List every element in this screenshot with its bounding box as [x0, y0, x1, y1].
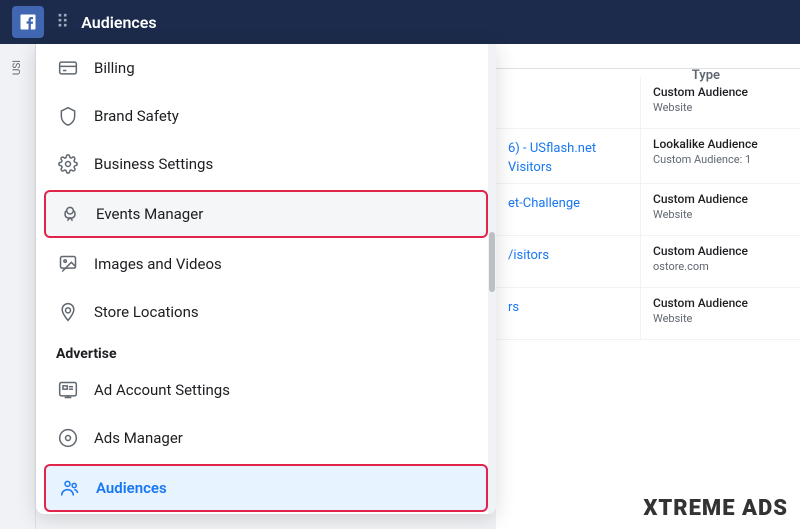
row-type-title: Custom Audience — [653, 296, 788, 310]
row-type: Lookalike Audience Custom Audience: 1 — [640, 129, 800, 183]
dropdown-menu: Billing Brand Safety Business Settings — [36, 44, 496, 514]
images-videos-label: Images and Videos — [94, 255, 222, 273]
facebook-logo — [12, 6, 44, 38]
scrollbar-thumb[interactable] — [489, 232, 495, 292]
table-row: et-Challenge Custom Audience Website — [496, 184, 800, 236]
ads-manager-label: Ads Manager — [94, 429, 183, 447]
location-icon — [56, 300, 80, 324]
menu-item-billing[interactable]: Billing — [36, 44, 496, 92]
row-link[interactable]: rs — [508, 300, 519, 315]
menu-item-brand-safety[interactable]: Brand Safety — [36, 92, 496, 140]
audiences-icon — [58, 476, 82, 500]
top-nav: ⠿ Audiences — [0, 0, 800, 44]
row-type-sub: Website — [653, 312, 788, 325]
menu-item-business-settings[interactable]: Business Settings — [36, 140, 496, 188]
row-type-sub: Custom Audience: 1 — [653, 153, 788, 166]
row-type-sub: ostore.com — [653, 260, 788, 273]
table-row: Custom Audience Website — [496, 77, 800, 129]
row-link[interactable]: et-Challenge — [508, 196, 580, 211]
brand-safety-label: Brand Safety — [94, 107, 179, 125]
scrollbar-track[interactable] — [488, 44, 496, 514]
row-left: 6) - USflash.net Visitors — [496, 129, 640, 183]
menu-item-audiences[interactable]: Audiences — [44, 464, 488, 512]
events-manager-label: Events Manager — [96, 205, 203, 223]
row-left: et-Challenge — [496, 184, 640, 235]
business-settings-label: Business Settings — [94, 155, 213, 173]
menu-item-store-locations[interactable]: Store Locations — [36, 288, 496, 336]
store-locations-label: Store Locations — [94, 303, 199, 321]
sidebar-strip: USI — [0, 44, 36, 529]
sidebar-strip-label: USI — [12, 52, 23, 83]
menu-item-images-videos[interactable]: Images and Videos — [36, 240, 496, 288]
row-type: Custom Audience Website — [640, 184, 800, 235]
row-type-sub: Website — [653, 101, 788, 114]
ads-manager-icon — [56, 426, 80, 450]
ad-account-icon — [56, 378, 80, 402]
row-type-sub: Website — [653, 208, 788, 221]
grid-icon[interactable]: ⠿ — [56, 12, 69, 33]
menu-item-ad-account-settings[interactable]: Ad Account Settings — [36, 366, 496, 414]
row-left: /isitors — [496, 236, 640, 287]
row-type: Custom Audience ostore.com — [640, 236, 800, 287]
row-left — [496, 77, 640, 128]
row-type-title: Custom Audience — [653, 244, 788, 258]
content-header: Type — [496, 44, 800, 69]
content-area: Type Custom Audience Website 6) - USflas… — [496, 44, 800, 529]
events-icon — [58, 202, 82, 226]
audiences-label: Audiences — [96, 479, 167, 497]
watermark-text2: ADS — [742, 496, 788, 521]
gear-icon — [56, 152, 80, 176]
table-row: 6) - USflash.net Visitors Lookalike Audi… — [496, 129, 800, 184]
row-type: Custom Audience Website — [640, 288, 800, 339]
shield-icon — [56, 104, 80, 128]
main-area: USI Billing Brand Safety — [0, 44, 800, 529]
advertise-section-label: Advertise — [36, 336, 496, 366]
billing-icon — [56, 56, 80, 80]
ad-account-settings-label: Ad Account Settings — [94, 381, 230, 399]
row-link[interactable]: /isitors — [508, 248, 549, 263]
image-icon — [56, 252, 80, 276]
menu-item-ads-manager[interactable]: Ads Manager — [36, 414, 496, 462]
watermark: XTREME ADS — [643, 496, 788, 521]
watermark-text1: XTREME — [643, 496, 735, 521]
menu-item-events-manager[interactable]: Events Manager — [44, 190, 488, 238]
nav-title: Audiences — [81, 13, 156, 32]
row-left: rs — [496, 288, 640, 339]
row-link[interactable]: 6) - USflash.net Visitors — [508, 141, 596, 175]
table-rows: Custom Audience Website 6) - USflash.net… — [496, 69, 800, 340]
type-column-header: Type — [692, 68, 720, 83]
billing-label: Billing — [94, 59, 135, 77]
row-type: Custom Audience Website — [640, 77, 800, 128]
table-row: /isitors Custom Audience ostore.com — [496, 236, 800, 288]
row-type-title: Custom Audience — [653, 192, 788, 206]
row-type-title: Custom Audience — [653, 85, 788, 99]
table-row: rs Custom Audience Website — [496, 288, 800, 340]
row-type-title: Lookalike Audience — [653, 137, 788, 151]
